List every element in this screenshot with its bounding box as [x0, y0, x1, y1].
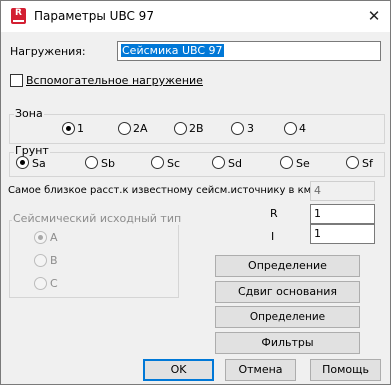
zone-label-4[interactable]: 4: [299, 122, 306, 135]
source-label-a[interactable]: A: [50, 231, 58, 244]
zone-label-3[interactable]: 3: [247, 122, 254, 135]
soil-label-sb[interactable]: Sb: [101, 157, 115, 170]
direction-button[interactable]: Определение направления: [215, 306, 360, 343]
soil-radio-sb[interactable]: [85, 156, 98, 169]
auxiliary-checkbox[interactable]: [10, 74, 23, 87]
source-type-title: Сейсмический исходный тип: [12, 212, 183, 225]
filters-button[interactable]: Фильтры: [215, 332, 360, 354]
soil-radio-sc[interactable]: [151, 156, 164, 169]
zone-label-2b[interactable]: 2B: [189, 122, 204, 135]
zone-radio-3[interactable]: [231, 122, 244, 135]
soil-group-title: Грунт: [14, 144, 50, 157]
soil-label-sd[interactable]: Sd: [228, 157, 242, 170]
load-label: Нагружения:: [10, 45, 86, 58]
app-logo-icon: R: [11, 8, 26, 24]
zone-radio-2b[interactable]: [174, 122, 187, 135]
auxiliary-label[interactable]: Вспомогательное нагружение: [26, 74, 203, 87]
source-radio-a[interactable]: [34, 231, 47, 244]
i-input[interactable]: 1: [310, 224, 375, 244]
source-label-b[interactable]: B: [50, 254, 58, 267]
r-label: R: [270, 207, 278, 220]
load-input-value: Сейсмика UBC 97: [121, 44, 224, 57]
auxiliary-label-mnemonic: Вспомогательное нагружение: [26, 74, 203, 87]
soil-group: [9, 152, 385, 177]
soil-radio-se[interactable]: [280, 156, 293, 169]
source-radio-b[interactable]: [34, 254, 47, 267]
source-label-c[interactable]: C: [50, 277, 58, 290]
zone-radio-2a[interactable]: [118, 122, 131, 135]
source-radio-c[interactable]: [34, 277, 47, 290]
window-title: Параметры UBC 97: [34, 9, 154, 23]
soil-label-sa[interactable]: Sa: [32, 157, 46, 170]
cancel-button[interactable]: Отмена: [225, 359, 296, 381]
ok-button[interactable]: OK: [143, 359, 214, 381]
soil-label-sc[interactable]: Sc: [167, 157, 180, 170]
close-icon[interactable]: ✕: [358, 1, 390, 32]
load-input[interactable]: Сейсмика UBC 97: [117, 41, 381, 61]
title-bar: R Параметры UBC 97 ✕: [1, 1, 390, 32]
zone-group-title: Зона: [14, 107, 44, 120]
soil-label-sf[interactable]: Sf: [362, 157, 373, 170]
distance-label: Самое близкое расст.к известному сейсм.и…: [8, 185, 312, 196]
soil-radio-sa[interactable]: [16, 156, 29, 169]
r-input[interactable]: 1: [310, 204, 375, 224]
base-shear-button[interactable]: Сдвиг основания: [215, 281, 360, 303]
zone-radio-4[interactable]: [284, 122, 297, 135]
distance-input[interactable]: 4: [310, 181, 375, 201]
zone-label-1[interactable]: 1: [77, 122, 84, 135]
zone-radio-1[interactable]: [62, 122, 75, 135]
zone-label-2a[interactable]: 2A: [133, 122, 148, 135]
help-button[interactable]: Помощь: [310, 359, 381, 381]
soil-radio-sd[interactable]: [212, 156, 225, 169]
eccentricity-button[interactable]: Определение эксцентрис.: [215, 255, 360, 292]
soil-radio-sf[interactable]: [346, 156, 359, 169]
ubc97-dialog: R Параметры UBC 97 ✕ Нагружения: Сейсмик…: [0, 0, 391, 385]
soil-label-se[interactable]: Se: [296, 157, 310, 170]
i-label: I: [271, 230, 275, 243]
